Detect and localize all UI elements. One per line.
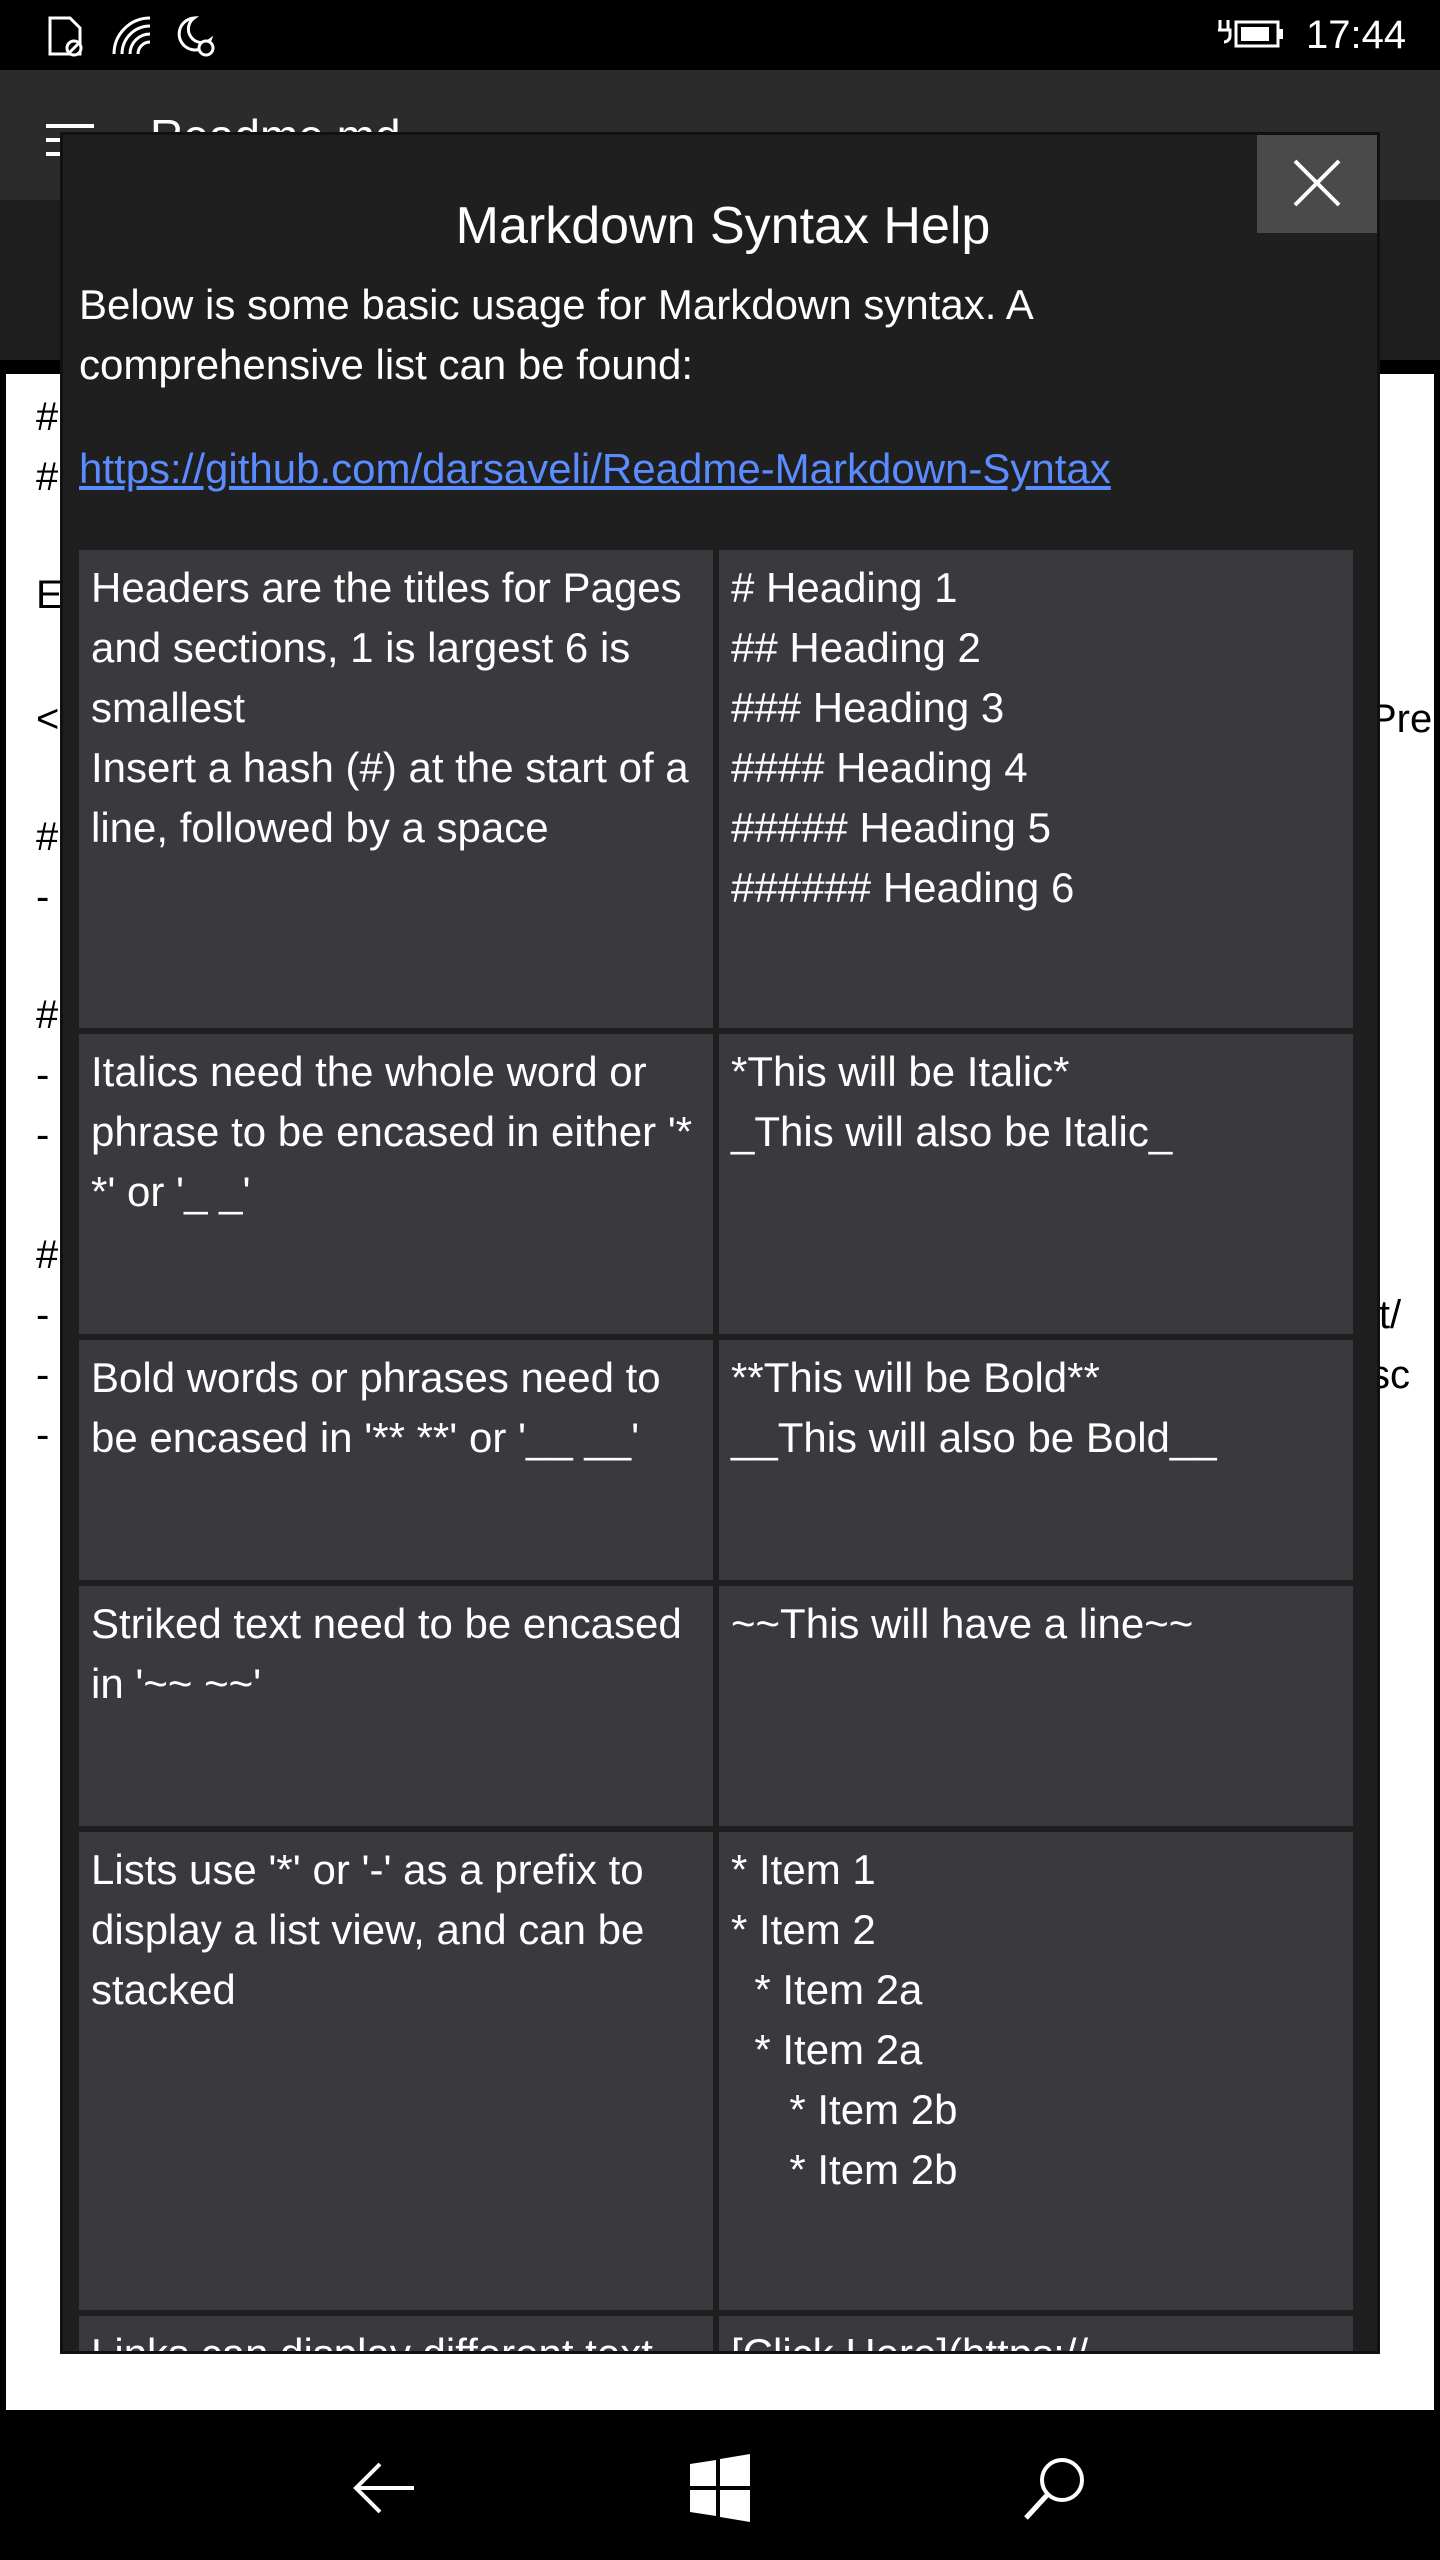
row-description: Lists use '*' or '-' as a prefix to disp… [79, 1832, 713, 2310]
row-description: Bold words or phrases need to be encased… [79, 1340, 713, 1580]
table-row: Bold words or phrases need to be encased… [79, 1340, 1353, 1580]
editor-line: # [36, 993, 59, 1037]
windows-start-icon[interactable] [684, 2452, 756, 2524]
editor-line: # [36, 1233, 59, 1277]
row-example: # Heading 1 ## Heading 2 ### Heading 3 #… [719, 550, 1353, 1028]
status-bar: 17:44 [0, 0, 1440, 70]
editor-line: - [36, 1053, 50, 1097]
editor-line: - [36, 875, 50, 919]
row-example: * Item 1 * Item 2 * Item 2a * Item 2a * … [719, 1832, 1353, 2310]
clock: 17:44 [1306, 13, 1407, 57]
syntax-table: Headers are the titles for Pages and sec… [79, 550, 1353, 2351]
row-description: Italics need the whole word or phrase to… [79, 1034, 713, 1334]
search-icon[interactable] [1020, 2452, 1092, 2524]
markdown-help-dialog: Markdown Syntax Help Below is some basic… [60, 132, 1380, 2354]
dialog-description: Below is some basic usage for Markdown s… [79, 281, 1032, 388]
dialog-title: Markdown Syntax Help [455, 197, 991, 255]
row-example: *This will be Italic* _This will also be… [719, 1034, 1353, 1334]
table-row: Headers are the titles for Pages and sec… [79, 550, 1353, 1028]
row-description: Striked text need to be encased in '~~ ~… [79, 1586, 713, 1826]
battery-charging-icon [1218, 20, 1283, 48]
table-row: Links can display different text [Click … [79, 2316, 1353, 2351]
editor-line: E [36, 573, 63, 617]
back-arrow-icon[interactable] [348, 2452, 420, 2524]
screen: 17:44 Readme.md # # E < Pre # - # - - # … [0, 0, 1440, 2560]
quiet-hours-icon [177, 16, 215, 57]
editor-line: - [36, 1353, 50, 1397]
sim-icon [48, 16, 83, 57]
row-description: Links can display different text [79, 2316, 713, 2351]
table-row: Italics need the whole word or phrase to… [79, 1034, 1353, 1334]
table-row: Striked text need to be encased in '~~ ~… [79, 1586, 1353, 1826]
editor-line: - [36, 1293, 50, 1337]
editor-line: - [36, 1413, 50, 1457]
row-description: Headers are the titles for Pages and sec… [79, 550, 713, 1028]
row-example: ~~This will have a line~~ [719, 1586, 1353, 1826]
row-example: [Click Here](https:// [719, 2316, 1353, 2351]
editor-line: # [36, 815, 59, 859]
navigation-bar [0, 2416, 1440, 2560]
editor-line: < [36, 697, 60, 741]
editor-line: - [36, 1113, 50, 1157]
table-row: Lists use '*' or '-' as a prefix to disp… [79, 1832, 1353, 2310]
wifi-icon [112, 16, 151, 55]
syntax-reference-link[interactable]: https://github.com/darsaveli/Readme-Mark… [79, 439, 1111, 499]
editor-line: # [36, 455, 59, 499]
row-example: **This will be Bold** __This will also b… [719, 1340, 1353, 1580]
editor-line: # [36, 395, 59, 439]
